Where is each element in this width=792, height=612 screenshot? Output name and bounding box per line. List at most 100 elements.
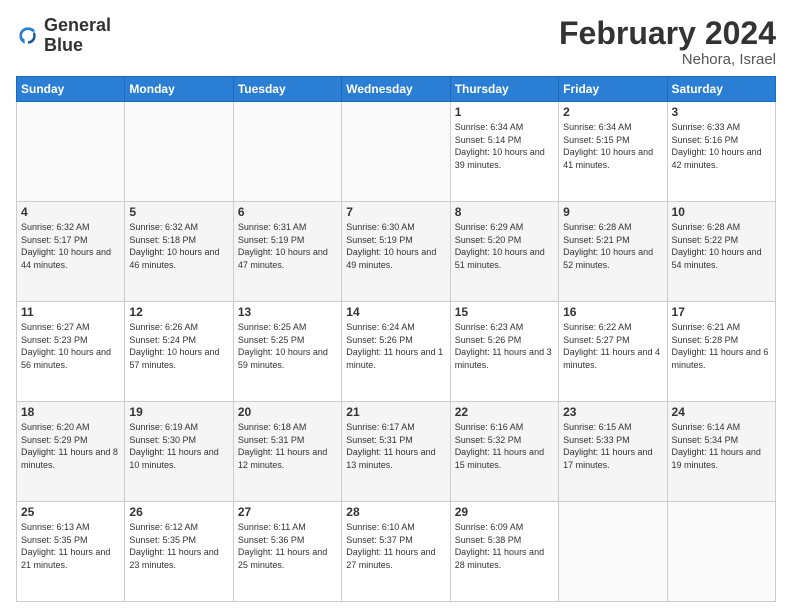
day-info: Sunrise: 6:16 AM Sunset: 5:32 PM Dayligh…: [455, 421, 554, 471]
day-number: 7: [346, 205, 445, 219]
calendar-cell: 28Sunrise: 6:10 AM Sunset: 5:37 PM Dayli…: [342, 502, 450, 602]
day-info: Sunrise: 6:19 AM Sunset: 5:30 PM Dayligh…: [129, 421, 228, 471]
day-info: Sunrise: 6:17 AM Sunset: 5:31 PM Dayligh…: [346, 421, 445, 471]
col-sunday: Sunday: [17, 77, 125, 102]
day-number: 4: [21, 205, 120, 219]
day-number: 27: [238, 505, 337, 519]
calendar-cell: 6 Sunrise: 6:31 AM Sunset: 5:19 PM Daylig…: [233, 202, 341, 302]
calendar-cell: 16 Sunrise: 6:22 AM Sunset: 5:27 PM Dayli…: [559, 302, 667, 402]
calendar-cell: 19 Sunrise: 6:19 AM Sunset: 5:30 PM Dayli…: [125, 402, 233, 502]
col-monday: Monday: [125, 77, 233, 102]
calendar-cell: 14 Sunrise: 6:24 AM Sunset: 5:26 PM Dayli…: [342, 302, 450, 402]
calendar-cell: 3 Sunrise: 6:33 AM Sunset: 5:16 PM Daylig…: [667, 102, 775, 202]
day-number: 3: [672, 105, 771, 119]
day-info: Sunrise: 6:23 AM Sunset: 5:26 PM Dayligh…: [455, 321, 554, 371]
header: General Blue February 2024 Nehora, Israe…: [16, 16, 776, 68]
day-info: Sunrise: 6:25 AM Sunset: 5:25 PM Dayligh…: [238, 321, 337, 371]
col-wednesday: Wednesday: [342, 77, 450, 102]
day-info: Sunrise: 6:15 AM Sunset: 5:33 PM Dayligh…: [563, 421, 662, 471]
day-number: 29: [455, 505, 554, 519]
main-title: February 2024: [559, 16, 776, 51]
day-number: 2: [563, 105, 662, 119]
day-info: Sunrise: 6:31 AM Sunset: 5:19 PM Dayligh…: [238, 221, 337, 271]
day-number: 16: [563, 305, 662, 319]
day-info: Sunrise: 6:34 AM Sunset: 5:15 PM Dayligh…: [563, 121, 662, 171]
day-number: 13: [238, 305, 337, 319]
day-number: 10: [672, 205, 771, 219]
day-info: Sunrise: 6:20 AM Sunset: 5:29 PM Dayligh…: [21, 421, 120, 471]
calendar-cell: [17, 102, 125, 202]
day-number: 19: [129, 405, 228, 419]
calendar-week-row: 4 Sunrise: 6:32 AM Sunset: 5:17 PM Daylig…: [17, 202, 776, 302]
day-info: Sunrise: 6:26 AM Sunset: 5:24 PM Dayligh…: [129, 321, 228, 371]
col-thursday: Thursday: [450, 77, 558, 102]
day-number: 26: [129, 505, 228, 519]
calendar-cell: 4 Sunrise: 6:32 AM Sunset: 5:17 PM Daylig…: [17, 202, 125, 302]
col-saturday: Saturday: [667, 77, 775, 102]
day-info: Sunrise: 6:22 AM Sunset: 5:27 PM Dayligh…: [563, 321, 662, 371]
calendar-cell: 12 Sunrise: 6:26 AM Sunset: 5:24 PM Dayli…: [125, 302, 233, 402]
day-number: 15: [455, 305, 554, 319]
calendar-cell: 8Sunrise: 6:29 AM Sunset: 5:20 PM Daylig…: [450, 202, 558, 302]
day-info: Sunrise: 6:27 AM Sunset: 5:23 PM Dayligh…: [21, 321, 120, 371]
calendar-cell: 18 Sunrise: 6:20 AM Sunset: 5:29 PM Dayli…: [17, 402, 125, 502]
day-number: 23: [563, 405, 662, 419]
day-info: Sunrise: 6:28 AM Sunset: 5:22 PM Dayligh…: [672, 221, 771, 271]
calendar-cell: 24 Sunrise: 6:14 AM Sunset: 5:34 PM Dayli…: [667, 402, 775, 502]
calendar-cell: 7Sunrise: 6:30 AM Sunset: 5:19 PM Daylig…: [342, 202, 450, 302]
calendar-cell: 20 Sunrise: 6:18 AM Sunset: 5:31 PM Dayli…: [233, 402, 341, 502]
day-info: Sunrise: 6:24 AM Sunset: 5:26 PM Dayligh…: [346, 321, 445, 371]
calendar-cell: [667, 502, 775, 602]
day-info: Sunrise: 6:11 AM Sunset: 5:36 PM Dayligh…: [238, 521, 337, 571]
calendar-cell: 13 Sunrise: 6:25 AM Sunset: 5:25 PM Dayli…: [233, 302, 341, 402]
logo-text: General Blue: [44, 16, 111, 56]
calendar-cell: 10 Sunrise: 6:28 AM Sunset: 5:22 PM Dayli…: [667, 202, 775, 302]
day-number: 28: [346, 505, 445, 519]
calendar-cell: 25 Sunrise: 6:13 AM Sunset: 5:35 PM Dayli…: [17, 502, 125, 602]
calendar-cell: [233, 102, 341, 202]
calendar-cell: 21 Sunrise: 6:17 AM Sunset: 5:31 PM Dayli…: [342, 402, 450, 502]
calendar-cell: 5 Sunrise: 6:32 AM Sunset: 5:18 PM Daylig…: [125, 202, 233, 302]
calendar-cell: 9Sunrise: 6:28 AM Sunset: 5:21 PM Daylig…: [559, 202, 667, 302]
day-number: 20: [238, 405, 337, 419]
calendar-cell: 11Sunrise: 6:27 AM Sunset: 5:23 PM Dayli…: [17, 302, 125, 402]
calendar-cell: [125, 102, 233, 202]
day-info: Sunrise: 6:32 AM Sunset: 5:17 PM Dayligh…: [21, 221, 120, 271]
day-number: 12: [129, 305, 228, 319]
calendar-cell: 17Sunrise: 6:21 AM Sunset: 5:28 PM Dayli…: [667, 302, 775, 402]
day-info: Sunrise: 6:09 AM Sunset: 5:38 PM Dayligh…: [455, 521, 554, 571]
day-info: Sunrise: 6:32 AM Sunset: 5:18 PM Dayligh…: [129, 221, 228, 271]
calendar-cell: 15 Sunrise: 6:23 AM Sunset: 5:26 PM Dayli…: [450, 302, 558, 402]
calendar-cell: 2 Sunrise: 6:34 AM Sunset: 5:15 PM Daylig…: [559, 102, 667, 202]
calendar-week-row: 11Sunrise: 6:27 AM Sunset: 5:23 PM Dayli…: [17, 302, 776, 402]
day-number: 24: [672, 405, 771, 419]
calendar-cell: [342, 102, 450, 202]
day-info: Sunrise: 6:33 AM Sunset: 5:16 PM Dayligh…: [672, 121, 771, 171]
day-number: 6: [238, 205, 337, 219]
day-info: Sunrise: 6:34 AM Sunset: 5:14 PM Dayligh…: [455, 121, 554, 171]
calendar-week-row: 25 Sunrise: 6:13 AM Sunset: 5:35 PM Dayli…: [17, 502, 776, 602]
day-number: 21: [346, 405, 445, 419]
subtitle: Nehora, Israel: [559, 51, 776, 68]
day-number: 22: [455, 405, 554, 419]
col-tuesday: Tuesday: [233, 77, 341, 102]
day-info: Sunrise: 6:18 AM Sunset: 5:31 PM Dayligh…: [238, 421, 337, 471]
day-info: Sunrise: 6:13 AM Sunset: 5:35 PM Dayligh…: [21, 521, 120, 571]
page: General Blue February 2024 Nehora, Israe…: [0, 0, 792, 612]
calendar-week-row: 1 Sunrise: 6:34 AM Sunset: 5:14 PM Daylig…: [17, 102, 776, 202]
calendar-cell: 27 Sunrise: 6:11 AM Sunset: 5:36 PM Dayli…: [233, 502, 341, 602]
day-number: 1: [455, 105, 554, 119]
day-number: 18: [21, 405, 120, 419]
day-info: Sunrise: 6:29 AM Sunset: 5:20 PM Dayligh…: [455, 221, 554, 271]
title-block: February 2024 Nehora, Israel: [559, 16, 776, 68]
calendar-cell: [559, 502, 667, 602]
calendar-cell: 26Sunrise: 6:12 AM Sunset: 5:35 PM Dayli…: [125, 502, 233, 602]
day-number: 9: [563, 205, 662, 219]
day-number: 25: [21, 505, 120, 519]
day-number: 14: [346, 305, 445, 319]
day-info: Sunrise: 6:14 AM Sunset: 5:34 PM Dayligh…: [672, 421, 771, 471]
day-number: 5: [129, 205, 228, 219]
logo: General Blue: [16, 16, 111, 56]
calendar-table: Sunday Monday Tuesday Wednesday Thursday…: [16, 76, 776, 602]
calendar-cell: 29 Sunrise: 6:09 AM Sunset: 5:38 PM Dayli…: [450, 502, 558, 602]
